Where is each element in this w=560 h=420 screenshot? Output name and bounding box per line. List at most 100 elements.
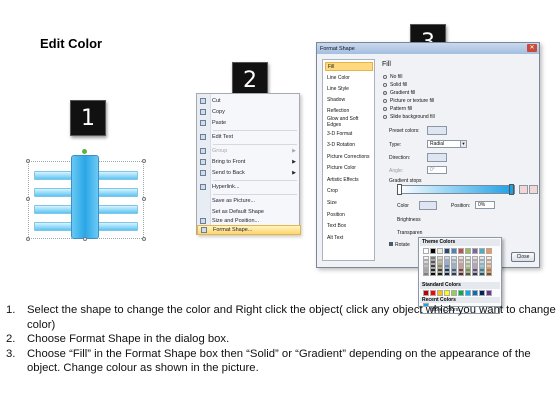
color-swatch[interactable] xyxy=(444,272,450,276)
color-swatch[interactable] xyxy=(465,248,471,254)
nav-item-glow[interactable]: Glow and Soft Edges xyxy=(325,116,373,128)
menu-item-edit-text[interactable]: Edit Text xyxy=(197,132,301,142)
menu-item-bring-to-front[interactable]: Bring to Front ▶ xyxy=(197,157,301,167)
nav-item-line-color[interactable]: Line Color xyxy=(325,73,373,82)
rotation-handle[interactable] xyxy=(82,149,87,154)
radio-slide-background-fill[interactable]: Slide background fill xyxy=(383,113,435,120)
rotate-checkbox-row[interactable]: Rotate xyxy=(389,242,410,248)
color-swatch[interactable] xyxy=(472,272,478,276)
add-stop-button[interactable] xyxy=(519,185,528,194)
radio-button[interactable] xyxy=(383,114,387,119)
nav-item-3d-rotation[interactable]: 3-D Rotation xyxy=(325,140,373,149)
resize-handle[interactable] xyxy=(26,159,30,163)
vertical-bar-shape[interactable] xyxy=(71,155,99,239)
color-swatch[interactable] xyxy=(479,272,485,276)
color-swatch[interactable] xyxy=(486,248,492,254)
nav-item-picture-corrections[interactable]: Picture Corrections xyxy=(325,152,373,161)
nav-item-picture-color[interactable]: Picture Color xyxy=(325,163,373,172)
color-swatch[interactable] xyxy=(451,272,457,276)
nav-item-position[interactable]: Position xyxy=(325,210,373,219)
radio-no-fill[interactable]: No fill xyxy=(383,73,403,80)
nav-item-line-style[interactable]: Line Style xyxy=(325,84,373,93)
color-swatch[interactable] xyxy=(430,248,436,254)
radio-solid-fill[interactable]: Solid fill xyxy=(383,81,407,88)
color-swatch[interactable] xyxy=(451,290,457,296)
resize-handle[interactable] xyxy=(26,197,30,201)
nav-item-shadow[interactable]: Shadow xyxy=(325,95,373,104)
resize-handle[interactable] xyxy=(142,237,146,241)
color-swatch[interactable] xyxy=(423,248,429,254)
bring-to-front-icon xyxy=(200,159,206,165)
menu-item-save-as-picture[interactable]: Save as Picture... xyxy=(197,196,301,206)
radio-button[interactable] xyxy=(383,74,387,79)
menu-item-group: Group ▶ xyxy=(197,146,301,156)
radio-button[interactable] xyxy=(383,82,387,87)
preset-colors-button[interactable] xyxy=(427,126,447,135)
color-swatch[interactable] xyxy=(437,290,443,296)
menu-item-send-to-back[interactable]: Send to Back ▶ xyxy=(197,168,301,178)
color-swatch[interactable] xyxy=(458,248,464,254)
color-swatch[interactable] xyxy=(423,272,429,276)
radio-label: Pattern fill xyxy=(390,105,413,112)
nav-item-crop[interactable]: Crop xyxy=(325,186,373,195)
remove-stop-button[interactable] xyxy=(529,185,538,194)
nav-item-fill[interactable]: Fill xyxy=(325,62,373,71)
nav-item-text-box[interactable]: Text Box xyxy=(325,221,373,230)
color-swatch[interactable] xyxy=(458,272,464,276)
type-dropdown[interactable]: Radial ▼ xyxy=(427,140,467,148)
menu-item-cut[interactable]: Cut xyxy=(197,96,301,106)
resize-handle[interactable] xyxy=(83,237,87,241)
menu-item-format-shape[interactable]: Format Shape... xyxy=(197,225,301,235)
color-swatch[interactable] xyxy=(430,272,436,276)
type-value: Radial xyxy=(430,141,445,147)
color-swatch[interactable] xyxy=(437,272,443,276)
menu-item-hyperlink[interactable]: Hyperlink... xyxy=(197,182,301,192)
nav-item-size[interactable]: Size xyxy=(325,198,373,207)
color-swatch[interactable] xyxy=(486,272,492,276)
color-swatch[interactable] xyxy=(444,248,450,254)
color-swatch[interactable] xyxy=(479,248,485,254)
direction-button[interactable] xyxy=(427,153,447,162)
color-swatch[interactable] xyxy=(430,290,436,296)
color-swatch[interactable] xyxy=(437,248,443,254)
selected-shape-group[interactable] xyxy=(26,149,146,241)
menu-item-paste[interactable]: Paste xyxy=(197,118,301,128)
radio-button[interactable] xyxy=(383,106,387,111)
color-swatch[interactable] xyxy=(465,290,471,296)
gradient-stop-handle[interactable] xyxy=(509,184,514,195)
radio-pattern-fill[interactable]: Pattern fill xyxy=(383,105,412,112)
gradient-stops-bar[interactable] xyxy=(397,185,515,194)
angle-spinner[interactable]: 0° xyxy=(427,166,447,174)
color-swatch[interactable] xyxy=(451,248,457,254)
instruction-number: 2. xyxy=(6,333,16,346)
color-swatch[interactable] xyxy=(458,290,464,296)
resize-handle[interactable] xyxy=(142,197,146,201)
close-button[interactable]: Close xyxy=(511,252,535,262)
transparency-label: Transparen xyxy=(397,230,423,236)
nav-item-3d-format[interactable]: 3-D Format xyxy=(325,129,373,138)
color-swatch[interactable] xyxy=(479,290,485,296)
radio-picture-fill[interactable]: Picture or texture fill xyxy=(383,97,434,104)
color-swatch[interactable] xyxy=(472,248,478,254)
instruction-item: 1. Select the shape to change the color a… xyxy=(6,303,556,332)
radio-button[interactable] xyxy=(383,98,387,103)
menu-item-copy[interactable]: Copy xyxy=(197,107,301,117)
color-swatch[interactable] xyxy=(472,290,478,296)
close-icon[interactable]: ✕ xyxy=(527,44,537,52)
nav-item-alt-text[interactable]: Alt Text xyxy=(325,233,373,242)
radio-label: Slide background fill xyxy=(390,113,435,120)
gradient-stop-handle[interactable] xyxy=(397,184,402,195)
color-picker-button[interactable] xyxy=(419,201,437,210)
radio-button-selected[interactable] xyxy=(383,90,387,95)
position-spinner[interactable]: 0% xyxy=(475,201,495,209)
radio-gradient-fill[interactable]: Gradient fill xyxy=(383,89,415,96)
color-swatch[interactable] xyxy=(423,290,429,296)
resize-handle[interactable] xyxy=(26,237,30,241)
nav-item-reflection[interactable]: Reflection xyxy=(325,106,373,115)
resize-handle[interactable] xyxy=(142,159,146,163)
color-swatch[interactable] xyxy=(444,290,450,296)
color-swatch[interactable] xyxy=(486,290,492,296)
rotate-checkbox[interactable] xyxy=(389,242,393,246)
nav-item-artistic-effects[interactable]: Artistic Effects xyxy=(325,175,373,184)
color-swatch[interactable] xyxy=(465,272,471,276)
